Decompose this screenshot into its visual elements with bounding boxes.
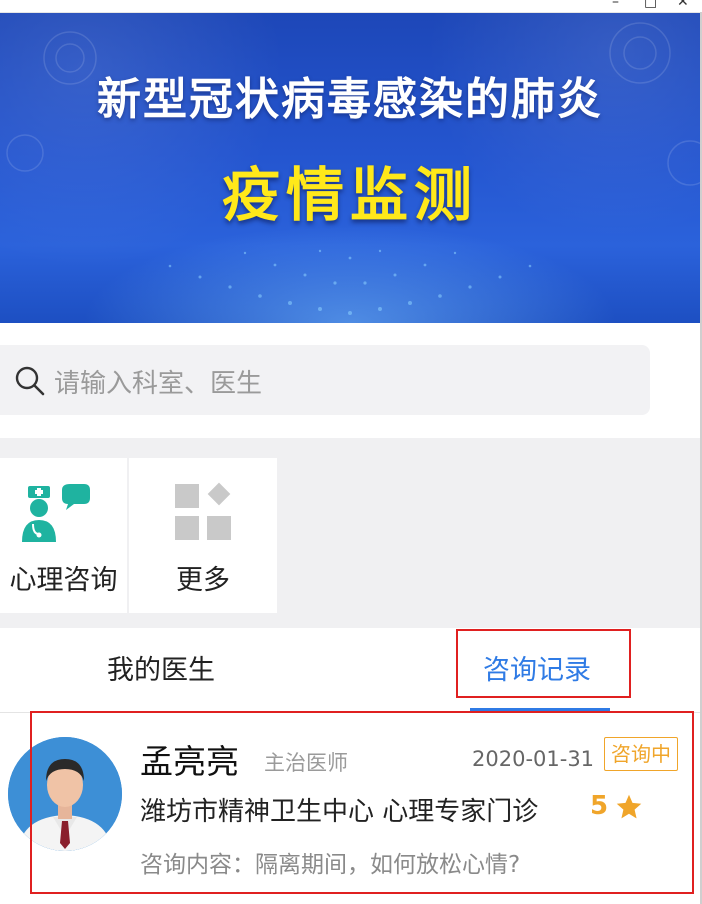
service-more[interactable]: 更多 — [129, 458, 277, 613]
highlight-box-card — [30, 711, 694, 894]
search-section: 请输入科室、医生 — [0, 323, 700, 438]
search-icon — [15, 366, 45, 396]
tab-bar: 我的医生 咨询记录 — [0, 628, 700, 713]
search-placeholder: 请输入科室、医生 — [54, 369, 263, 399]
window-title-bar: – □ ✕ — [0, 0, 702, 13]
service-label: 心理咨询 — [9, 565, 118, 596]
service-label: 更多 — [176, 565, 230, 596]
epidemic-banner[interactable]: 新型冠状病毒感染的肺炎 疫情监测 — [0, 13, 700, 323]
search-input[interactable]: 请输入科室、医生 — [0, 345, 650, 415]
service-grid: 心理咨询 更多 — [0, 438, 700, 628]
maximize-button[interactable]: □ — [644, 0, 657, 9]
service-psych-consult[interactable]: 心理咨询 — [0, 458, 127, 613]
minimize-button[interactable]: – — [612, 0, 619, 9]
consultation-record-card[interactable]: 孟亮亮 主治医师 2020-01-31 咨询中 潍坊市精神卫生中心 心理专家门诊… — [0, 711, 700, 904]
tab-my-doctors[interactable]: 我的医生 — [107, 648, 215, 687]
doctor-chat-icon — [22, 484, 90, 542]
close-button[interactable]: ✕ — [677, 0, 689, 9]
highlight-box-tab — [456, 629, 631, 698]
banner-subtitle: 疫情监测 — [221, 161, 478, 229]
more-grid-icon — [175, 482, 231, 540]
banner-title: 新型冠状病毒感染的肺炎 — [97, 74, 603, 125]
